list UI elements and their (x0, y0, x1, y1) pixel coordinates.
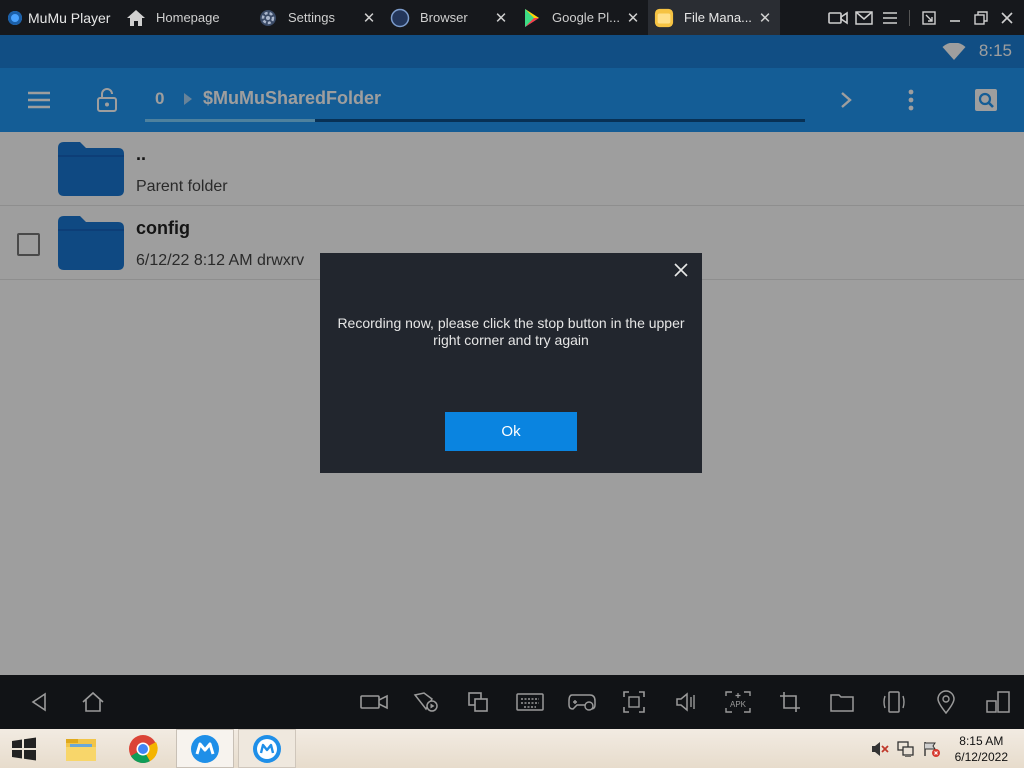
crop-icon[interactable] (775, 687, 805, 717)
clock-date: 6/12/2022 (954, 750, 1008, 764)
browser-icon (390, 8, 410, 28)
windows-start-icon[interactable] (0, 729, 48, 768)
flag-alert-icon[interactable] (920, 729, 944, 768)
install-apk-icon[interactable]: APK (723, 687, 753, 717)
close-tab-icon[interactable]: ✕ (492, 9, 510, 27)
back-icon[interactable] (24, 687, 54, 717)
home-icon[interactable] (78, 687, 108, 717)
shared-folder-icon[interactable] (827, 687, 857, 717)
chrome-icon[interactable] (116, 729, 170, 768)
home-icon (126, 8, 146, 28)
macro-icon[interactable] (411, 687, 441, 717)
tab-homepage[interactable]: Homepage (120, 0, 252, 35)
tab-file-manager[interactable]: File Mana... ✕ (648, 0, 780, 35)
close-window-icon[interactable] (994, 0, 1020, 35)
taskbar-clock[interactable]: 8:15 AM 6/12/2022 (955, 733, 1008, 765)
close-tab-icon[interactable]: ✕ (360, 9, 378, 27)
tab-settings[interactable]: Settings ✕ (252, 0, 384, 35)
emulator-titlebar: MuMu Player Homepage Settings ✕ Browser … (0, 0, 1024, 35)
android-screen: 8:15 0 $MuMuSharedFolder .. Parent folde… (0, 35, 1024, 675)
tab-browser[interactable]: Browser ✕ (384, 0, 516, 35)
screenshot-icon[interactable] (619, 687, 649, 717)
ok-button[interactable]: Ok (445, 412, 577, 451)
clock-time: 8:15 AM (959, 734, 1004, 748)
video-record-icon[interactable] (359, 687, 389, 717)
file-explorer-icon[interactable] (56, 729, 106, 768)
close-icon[interactable] (670, 259, 692, 281)
multi-instance-icon[interactable] (463, 687, 493, 717)
mumu-logo-icon (8, 10, 22, 25)
mail-icon[interactable] (851, 0, 877, 35)
record-video-icon[interactable] (825, 0, 851, 35)
volume-icon[interactable] (671, 687, 701, 717)
rotate-icon[interactable] (879, 687, 909, 717)
tab-label: Google Pl... (552, 10, 620, 25)
minimize-icon[interactable] (942, 0, 968, 35)
gamepad-icon[interactable] (567, 687, 597, 717)
windows-taskbar: 8:15 AM 6/12/2022 (0, 729, 1024, 768)
play-store-icon (522, 8, 542, 28)
emulator-toolbar: APK (0, 675, 1024, 729)
restore-icon[interactable] (968, 0, 994, 35)
divider (909, 9, 910, 26)
keyboard-icon[interactable] (515, 687, 545, 717)
tab-label: Settings (288, 10, 335, 25)
svg-text:APK: APK (730, 700, 747, 709)
tab-google-play[interactable]: Google Pl... ✕ (516, 0, 648, 35)
recording-alert-dialog: Recording now, please click the stop but… (320, 253, 702, 473)
screen: MuMu Player Homepage Settings ✕ Browser … (0, 0, 1024, 768)
file-manager-icon (654, 8, 674, 28)
shrink-icon[interactable] (916, 0, 942, 35)
app-name: MuMu Player (28, 9, 111, 26)
network-icon[interactable] (894, 729, 918, 768)
gear-icon (258, 8, 278, 28)
window-controls (825, 0, 1024, 35)
location-icon[interactable] (931, 687, 961, 717)
dialog-message: Recording now, please click the stop but… (337, 315, 685, 348)
tab-label: File Mana... (684, 10, 752, 25)
close-tab-icon[interactable]: ✕ (624, 9, 642, 27)
mumu-multi-taskbar-icon[interactable] (238, 729, 296, 768)
multi-window-icon[interactable] (983, 687, 1013, 717)
tab-label: Browser (420, 10, 468, 25)
tab-label: Homepage (156, 10, 220, 25)
close-tab-icon[interactable]: ✕ (756, 9, 774, 27)
mumu-player-taskbar-icon[interactable] (176, 729, 234, 768)
app-brand: MuMu Player (0, 0, 120, 35)
volume-muted-icon[interactable] (868, 729, 892, 768)
menu-icon[interactable] (877, 0, 903, 35)
